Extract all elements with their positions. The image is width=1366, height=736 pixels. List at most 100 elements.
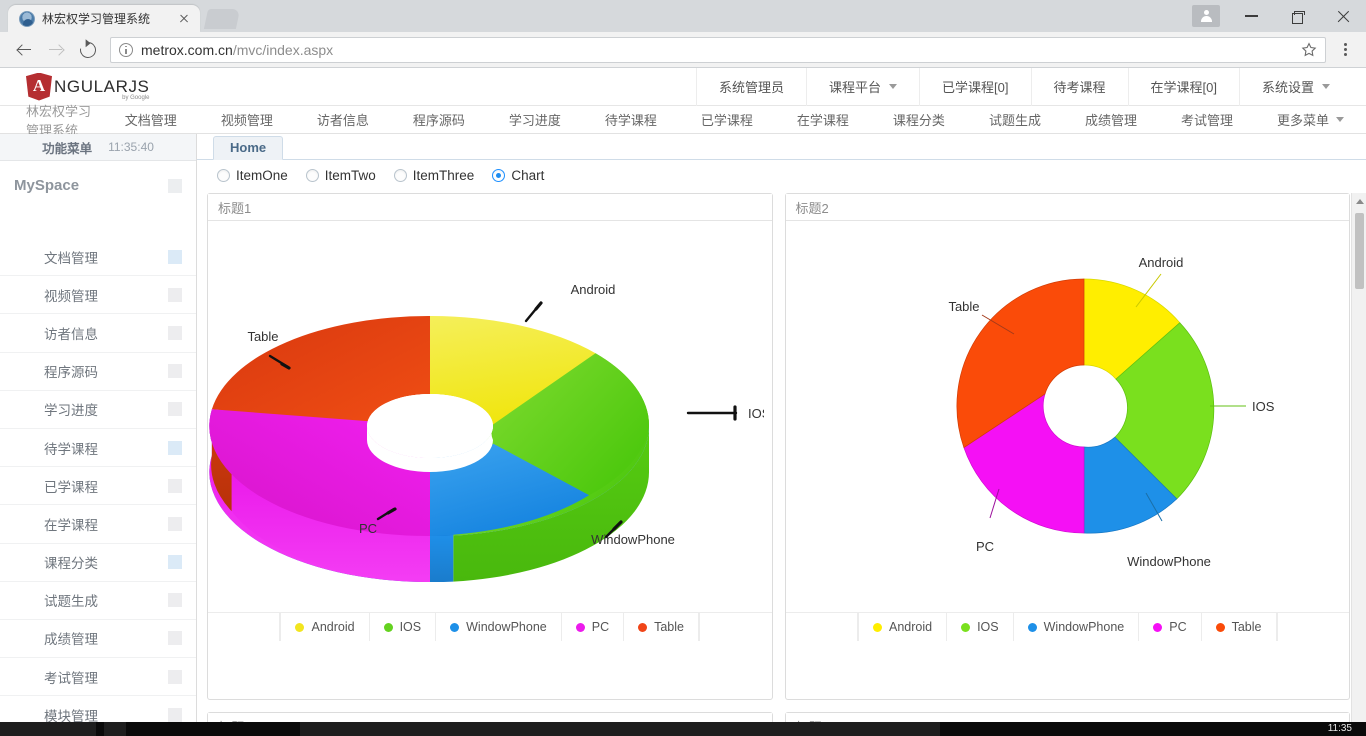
menubar-label: 更多菜单 xyxy=(1276,113,1329,128)
sidebar-item-11[interactable]: 考试管理 xyxy=(0,658,196,697)
forward-button[interactable] xyxy=(40,34,72,66)
menubar-item-1[interactable]: 视频管理 xyxy=(199,110,295,129)
menubar-item-4[interactable]: 学习进度 xyxy=(487,110,583,129)
scrollbar-thumb[interactable] xyxy=(1355,213,1364,289)
sidebar-item-9[interactable]: 试题生成 xyxy=(0,582,196,620)
menubar-item-6[interactable]: 已学课程 xyxy=(679,110,775,129)
sidebar-item-0[interactable]: 文档管理 xyxy=(0,238,196,277)
content-scrollbar[interactable] xyxy=(1351,193,1366,736)
brand-name: 林宏权学习管理系统 xyxy=(26,103,92,138)
new-tab-button[interactable] xyxy=(203,9,241,29)
legend-item-ios[interactable]: IOS xyxy=(947,613,1014,641)
reload-button[interactable] xyxy=(72,34,104,66)
back-button[interactable] xyxy=(8,34,40,66)
logo-letter: A xyxy=(32,76,46,95)
radio-button-selected[interactable] xyxy=(492,169,506,182)
sidebar-item-label: 已学课程 xyxy=(44,479,98,495)
legend-label: IOS xyxy=(977,620,999,634)
info-icon[interactable] xyxy=(119,42,133,57)
menubar-item-7[interactable]: 在学课程 xyxy=(775,110,871,129)
sidebar-item-6[interactable]: 已学课程 xyxy=(0,467,196,506)
radio-item-itemthree[interactable]: ItemThree xyxy=(393,168,474,183)
menubar-item-0[interactable]: 文档管理 xyxy=(103,110,199,129)
sidebar-group-myspace[interactable]: MySpace xyxy=(0,161,196,200)
sidebar-item-4[interactable]: 学习进度 xyxy=(0,391,196,429)
legend-dot-icon xyxy=(872,622,882,632)
profile-icon[interactable] xyxy=(1192,5,1220,27)
tab-home[interactable]: Home xyxy=(213,136,284,160)
sidebar-item-3[interactable]: 程序源码 xyxy=(0,353,196,391)
menubar-item-10[interactable]: 成绩管理 xyxy=(1063,110,1159,129)
menubar-label: 在学课程 xyxy=(796,113,849,128)
square-icon xyxy=(168,364,182,379)
sidebar-item-10[interactable]: 成绩管理 xyxy=(0,620,196,659)
radio-item-chart[interactable]: Chart xyxy=(492,168,544,183)
browser-window: 林宏权学习管理系统 metrox.com.cn/mvc/index.aspx A… xyxy=(0,0,1366,736)
slice-label-windowphone: WindowPhone xyxy=(591,532,675,547)
legend-item-android[interactable]: Android xyxy=(857,613,948,641)
chrome-menu-icon[interactable] xyxy=(1332,35,1358,65)
sidebar-item-8[interactable]: 课程分类 xyxy=(0,544,196,582)
menubar-item-9[interactable]: 试题生成 xyxy=(967,110,1063,129)
tab-close-icon[interactable] xyxy=(176,11,192,27)
sidebar-item-7[interactable]: 在学课程 xyxy=(0,505,196,544)
browser-toolbar: metrox.com.cn/mvc/index.aspx xyxy=(0,32,1366,68)
sidebar-item-label: 在学课程 xyxy=(44,517,98,533)
slice-label-table: Table xyxy=(247,329,278,344)
legend-item-pc[interactable]: PC xyxy=(562,613,625,641)
legend-item-android[interactable]: Android xyxy=(280,613,370,641)
radio-label: Chart xyxy=(511,168,545,183)
topnav-item-4[interactable]: 在学课程[0] xyxy=(1127,68,1239,106)
radio-item-itemone[interactable]: ItemOne xyxy=(217,168,288,183)
menubar-item-5[interactable]: 待学课程 xyxy=(583,110,679,129)
browser-tab[interactable]: 林宏权学习管理系统 xyxy=(8,5,200,32)
topnav-item-0[interactable]: 系统管理员 xyxy=(696,68,806,106)
legend-item-windowphone[interactable]: WindowPhone xyxy=(436,613,562,641)
topnav-item-3[interactable]: 待考课程 xyxy=(1030,68,1128,106)
legend-item-ios[interactable]: IOS xyxy=(370,613,437,641)
close-window-button[interactable] xyxy=(1320,0,1366,32)
app-logo[interactable]: A NGULARJS by Google xyxy=(0,72,210,101)
legend-item-windowphone[interactable]: WindowPhone xyxy=(1014,613,1140,641)
radio-button[interactable] xyxy=(393,169,407,182)
radio-item-itemtwo[interactable]: ItemTwo xyxy=(305,168,376,183)
sidebar-item-label: 文档管理 xyxy=(44,250,98,266)
panel-scroll-area: 标题1 Android Table PC WindowPhone IO Andr… xyxy=(197,193,1366,736)
chart-1[interactable]: Android Table PC WindowPhone IOS xyxy=(208,221,772,612)
legend-label: IOS xyxy=(399,620,422,634)
sidebar-item-1[interactable]: 视频管理 xyxy=(0,276,196,315)
radio-button[interactable] xyxy=(305,169,319,182)
topnav-item-2[interactable]: 已学课程[0] xyxy=(919,68,1030,106)
menubar-item-8[interactable]: 课程分类 xyxy=(871,110,967,129)
star-icon[interactable] xyxy=(1301,41,1317,58)
legend-item-table[interactable]: Table xyxy=(1202,613,1277,641)
menubar-item-2[interactable]: 访者信息 xyxy=(295,110,391,129)
content-tabs: Home xyxy=(197,134,1366,160)
square-icon xyxy=(168,249,182,264)
legend-item-pc[interactable]: PC xyxy=(1139,613,1202,641)
radio-group: ItemOne ItemTwo ItemThree Chart xyxy=(197,160,1366,192)
topnav-item-5[interactable]: 系统设置 xyxy=(1238,68,1352,106)
radio-button[interactable] xyxy=(217,169,230,182)
square-icon xyxy=(168,287,182,302)
sidebar-item-label: 试题生成 xyxy=(44,594,98,610)
panel-body-2: Android IOS WindowPhone PC Table Android… xyxy=(785,221,1350,641)
scroll-up-button[interactable] xyxy=(1352,193,1366,210)
menubar-item-3[interactable]: 程序源码 xyxy=(391,110,487,129)
legend-item-table[interactable]: Table xyxy=(624,613,699,641)
sidebar-item-2[interactable]: 访者信息 xyxy=(0,314,196,353)
square-icon xyxy=(168,478,182,493)
chart-2[interactable]: Android IOS WindowPhone PC Table xyxy=(786,221,1350,612)
minimize-button[interactable] xyxy=(1228,0,1274,32)
legend-dot-icon xyxy=(383,622,393,632)
topnav-item-1[interactable]: 课程平台 xyxy=(806,68,919,106)
menubar-item-11[interactable]: 考试管理 xyxy=(1159,110,1255,129)
menubar-item-12[interactable]: 更多菜单 xyxy=(1255,110,1366,129)
sidebar-item-5[interactable]: 待学课程 xyxy=(0,429,196,468)
address-bar[interactable]: metrox.com.cn/mvc/index.aspx xyxy=(110,36,1326,63)
url-text: metrox.com.cn/mvc/index.aspx xyxy=(141,42,333,58)
maximize-button[interactable] xyxy=(1274,0,1320,32)
menubar-label: 考试管理 xyxy=(1180,113,1233,128)
legend-label: WindowPhone xyxy=(1043,620,1125,634)
square-icon xyxy=(168,325,182,340)
